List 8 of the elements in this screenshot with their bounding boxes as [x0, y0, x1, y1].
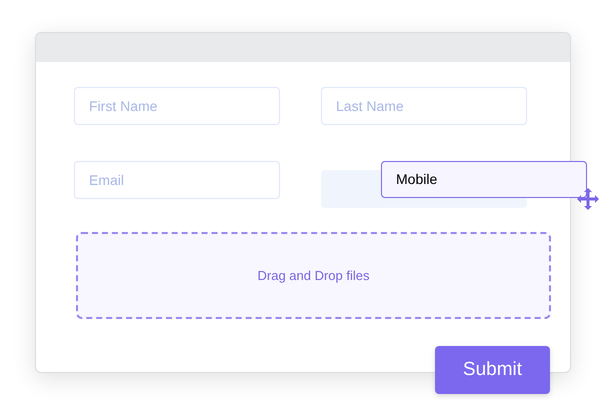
- drop-zone[interactable]: Drag and Drop files: [76, 232, 551, 319]
- input-field[interactable]: Last Name: [321, 87, 527, 125]
- input-field[interactable]: Email: [74, 161, 280, 199]
- drop-zone-label: Drag and Drop files: [258, 266, 370, 285]
- submit-button[interactable]: Submit: [435, 346, 550, 394]
- input-field[interactable]: First Name: [74, 87, 280, 125]
- dragged-field[interactable]: Mobile: [381, 161, 587, 198]
- move-icon: [576, 187, 600, 211]
